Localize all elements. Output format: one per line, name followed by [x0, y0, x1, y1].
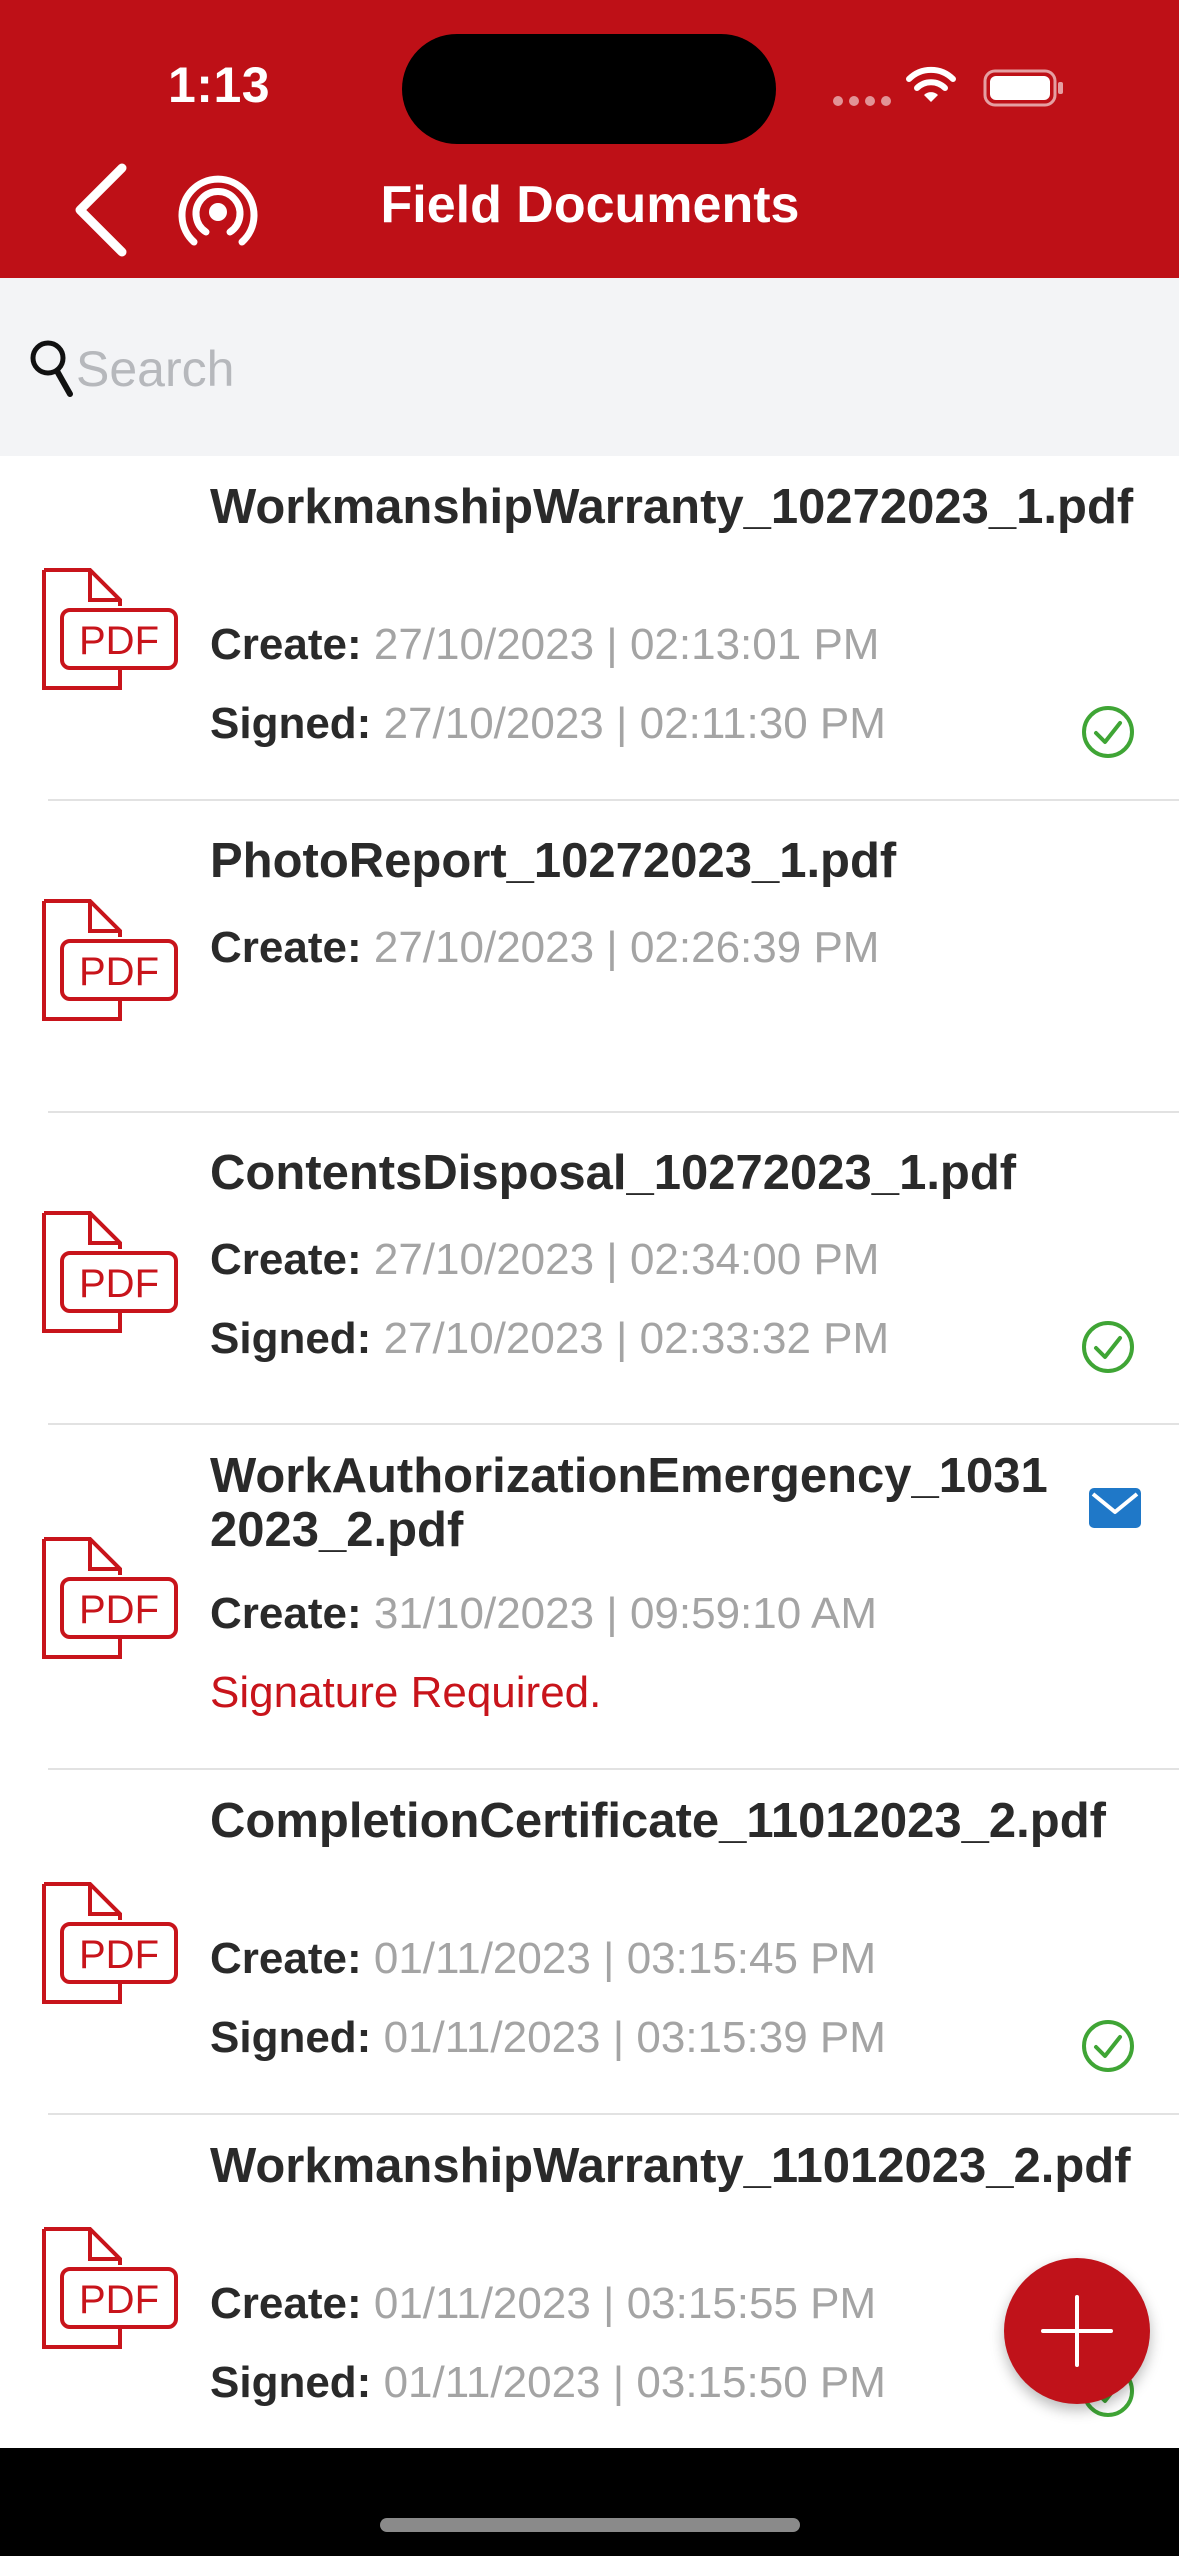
signed-label: Signed:	[210, 699, 372, 748]
svg-text:PDF: PDF	[79, 1933, 159, 1977]
document-row[interactable]: PDF WorkAuthorizationEmergency_10312023_…	[0, 1425, 1179, 1770]
search-icon	[30, 340, 73, 397]
pdf-file-icon: PDF	[42, 1211, 178, 1333]
add-document-button[interactable]	[1004, 2258, 1150, 2404]
status-time: 1:13	[168, 57, 271, 113]
created-date: Create: 31/10/2023 | 09:59:10 AM	[210, 1589, 877, 1639]
check-circle-icon	[1082, 706, 1134, 758]
svg-text:PDF: PDF	[79, 2278, 159, 2322]
plus-icon	[1041, 2295, 1113, 2367]
battery-icon	[983, 69, 1063, 107]
dynamic-island	[402, 34, 776, 144]
svg-text:PDF: PDF	[79, 950, 159, 994]
app-header: 1:13 Field Documents	[0, 0, 1179, 278]
svg-text:PDF: PDF	[79, 1262, 159, 1306]
svg-text:PDF: PDF	[79, 1588, 159, 1632]
created-value: 01/11/2023 | 03:15:45 PM	[373, 1934, 877, 1983]
document-row[interactable]: PDF PhotoReport_10272023_1.pdf Create: 2…	[0, 801, 1179, 1113]
document-name: CompletionCertificate_11012023_2.pdf	[210, 1794, 1106, 1848]
document-row[interactable]: PDF WorkmanshipWarranty_11012023_2.pdf C…	[0, 2115, 1179, 2460]
document-row[interactable]: PDF WorkmanshipWarranty_10272023_1.pdf C…	[0, 456, 1179, 801]
created-date: Create: 27/10/2023 | 02:26:39 PM	[210, 923, 879, 973]
signed-value: 01/11/2023 | 03:15:50 PM	[383, 2358, 886, 2407]
cellular-signal-icon	[833, 96, 893, 108]
document-list: PDF WorkmanshipWarranty_10272023_1.pdf C…	[0, 456, 1179, 2460]
created-date: Create: 01/11/2023 | 03:15:55 PM	[210, 2279, 876, 2329]
pdf-file-icon: PDF	[42, 1537, 178, 1659]
document-name: PhotoReport_10272023_1.pdf	[210, 834, 897, 888]
created-label: Create:	[210, 1934, 362, 1983]
pdf-file-icon: PDF	[42, 1882, 178, 2004]
signed-date: Signed: 27/10/2023 | 02:33:32 PM	[210, 1314, 889, 1364]
signed-value: 27/10/2023 | 02:11:30 PM	[383, 699, 886, 748]
page-title: Field Documents	[380, 176, 800, 234]
created-label: Create:	[210, 2279, 362, 2328]
broadcast-icon[interactable]	[178, 172, 258, 252]
document-row[interactable]: PDF ContentsDisposal_10272023_1.pdf Crea…	[0, 1113, 1179, 1425]
check-circle-icon	[1082, 2020, 1134, 2072]
created-value: 31/10/2023 | 09:59:10 AM	[373, 1589, 878, 1638]
signed-value: 27/10/2023 | 02:33:32 PM	[383, 1314, 890, 1363]
created-value: 27/10/2023 | 02:26:39 PM	[373, 923, 880, 972]
pdf-file-icon: PDF	[42, 568, 178, 690]
search-input[interactable]	[76, 324, 1136, 414]
back-button[interactable]	[66, 160, 136, 260]
signed-label: Signed:	[210, 2358, 372, 2407]
document-name: WorkmanshipWarranty_10272023_1.pdf	[210, 480, 1134, 534]
status-indicators	[833, 62, 1083, 112]
created-value: 27/10/2023 | 02:13:01 PM	[373, 620, 880, 669]
document-row[interactable]: PDF CompletionCertificate_11012023_2.pdf…	[0, 1770, 1179, 2115]
created-value: 01/11/2023 | 03:15:55 PM	[373, 2279, 877, 2328]
bottom-bar	[0, 2448, 1179, 2556]
signed-date: Signed: 01/11/2023 | 03:15:50 PM	[210, 2358, 886, 2408]
pdf-file-icon: PDF	[42, 899, 178, 1021]
created-date: Create: 01/11/2023 | 03:15:45 PM	[210, 1934, 876, 1984]
search-bar	[0, 278, 1179, 456]
home-indicator[interactable]	[380, 2518, 800, 2532]
created-date: Create: 27/10/2023 | 02:34:00 PM	[210, 1235, 879, 1285]
created-label: Create:	[210, 1589, 362, 1638]
signed-date: Signed: 01/11/2023 | 03:15:39 PM	[210, 2013, 886, 2063]
created-date: Create: 27/10/2023 | 02:13:01 PM	[210, 620, 879, 670]
svg-text:PDF: PDF	[79, 619, 159, 663]
signed-date: Signed: 27/10/2023 | 02:11:30 PM	[210, 699, 886, 749]
signed-label: Signed:	[210, 1314, 372, 1363]
created-label: Create:	[210, 1235, 362, 1284]
document-name: WorkAuthorizationEmergency_10312023_2.pd…	[210, 1449, 1048, 1557]
signature-required-warning: Signature Required.	[210, 1668, 602, 1717]
check-circle-icon	[1082, 1321, 1134, 1373]
created-value: 27/10/2023 | 02:34:00 PM	[373, 1235, 880, 1284]
signed-label: Signed:	[210, 2013, 372, 2062]
mail-icon[interactable]	[1088, 1487, 1142, 1529]
document-name: WorkmanshipWarranty_11012023_2.pdf	[210, 2139, 1131, 2193]
created-label: Create:	[210, 923, 362, 972]
wifi-icon	[906, 66, 956, 102]
pdf-file-icon: PDF	[42, 2227, 178, 2349]
created-label: Create:	[210, 620, 362, 669]
signed-value: 01/11/2023 | 03:15:39 PM	[383, 2013, 886, 2062]
document-name: ContentsDisposal_10272023_1.pdf	[210, 1146, 1017, 1200]
